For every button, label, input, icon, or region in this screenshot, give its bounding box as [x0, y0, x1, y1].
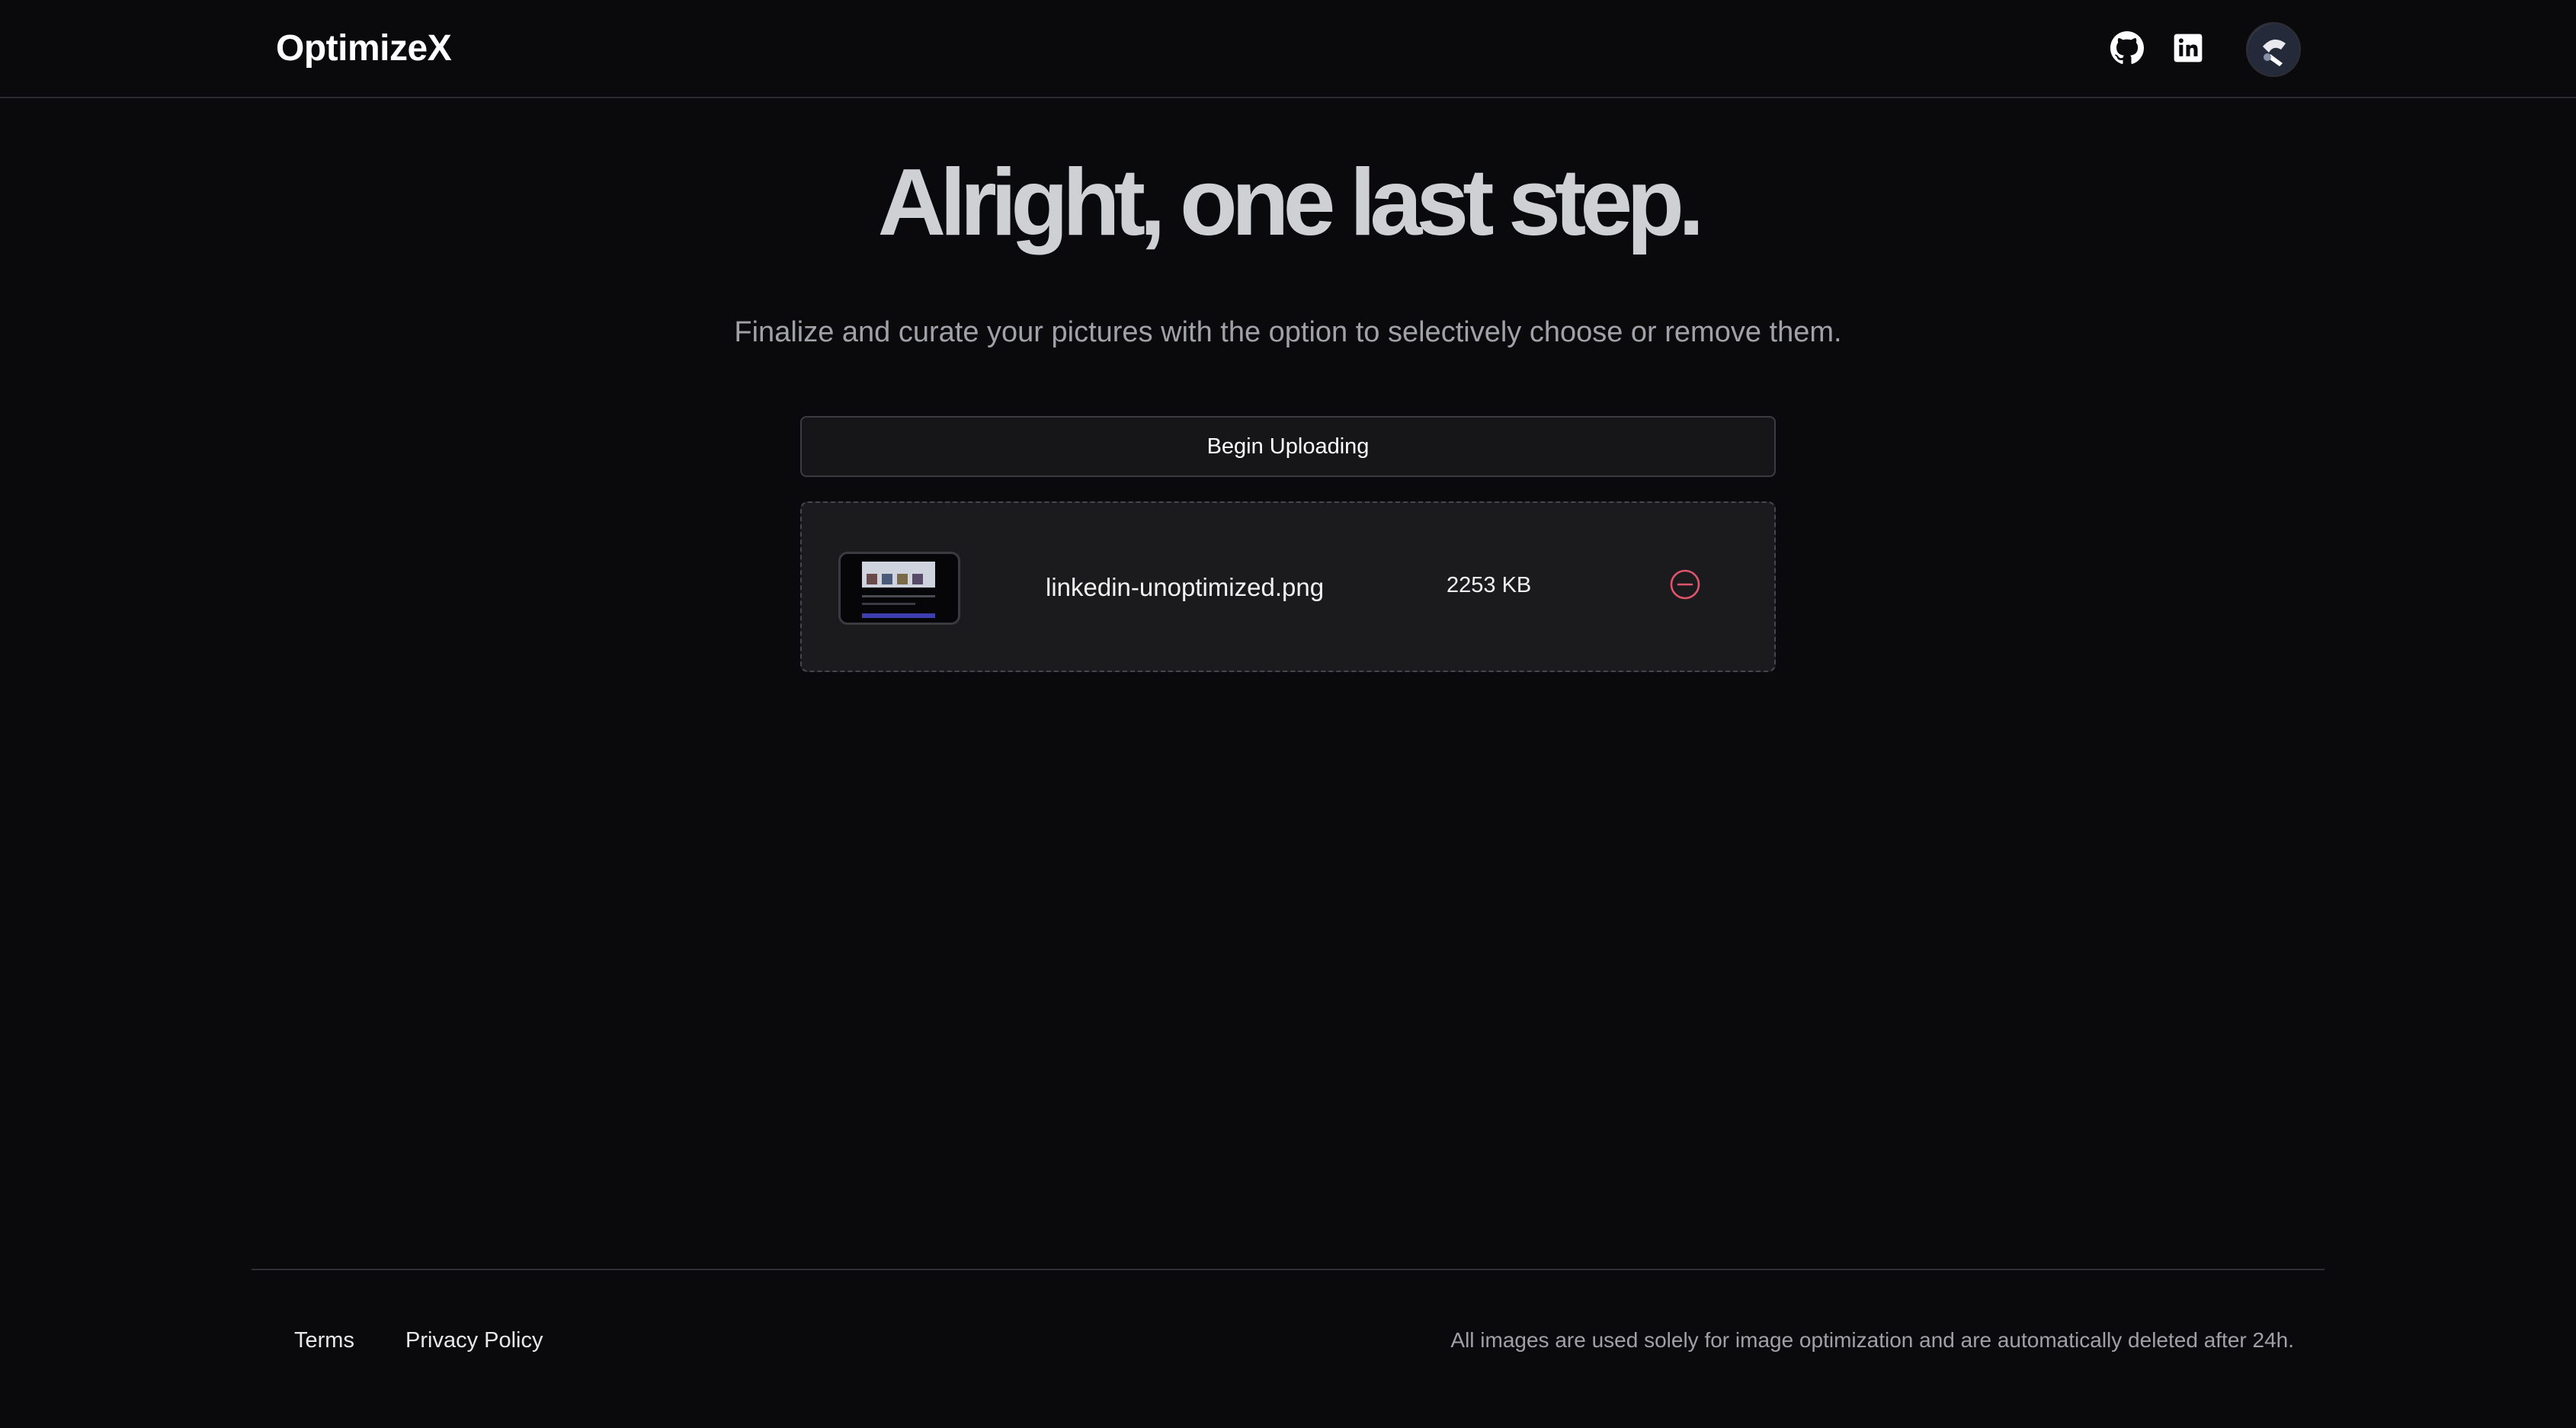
- file-size: 2253 KB: [1447, 573, 1532, 597]
- page: OptimizeX Alright, one last step. Finali…: [0, 0, 2576, 1428]
- file-thumbnail: [838, 552, 960, 625]
- avatar-image: [2248, 24, 2299, 75]
- privacy-policy-link[interactable]: Privacy Policy: [405, 1328, 543, 1353]
- brand-logo[interactable]: OptimizeX: [276, 27, 452, 69]
- remove-file-button[interactable]: [1668, 567, 1703, 602]
- file-name: linkedin-unoptimized.png: [1046, 573, 1325, 601]
- begin-uploading-button[interactable]: Begin Uploading: [800, 416, 1776, 477]
- github-icon[interactable]: [2110, 30, 2145, 66]
- minus-circle-icon: [1670, 569, 1700, 600]
- linkedin-icon[interactable]: [2171, 30, 2206, 66]
- user-avatar[interactable]: [2246, 22, 2301, 77]
- file-list-item: linkedin-unoptimized.png 2253 KB: [800, 501, 1776, 672]
- page-title: Alright, one last step.: [877, 150, 1705, 255]
- terms-link[interactable]: Terms: [294, 1328, 354, 1353]
- footer-divider: [252, 1269, 2324, 1270]
- page-subtitle: Finalize and curate your pictures with t…: [734, 316, 1842, 348]
- top-nav: OptimizeX: [0, 0, 2576, 98]
- footer-disclaimer: All images are used solely for image opt…: [1450, 1328, 2294, 1352]
